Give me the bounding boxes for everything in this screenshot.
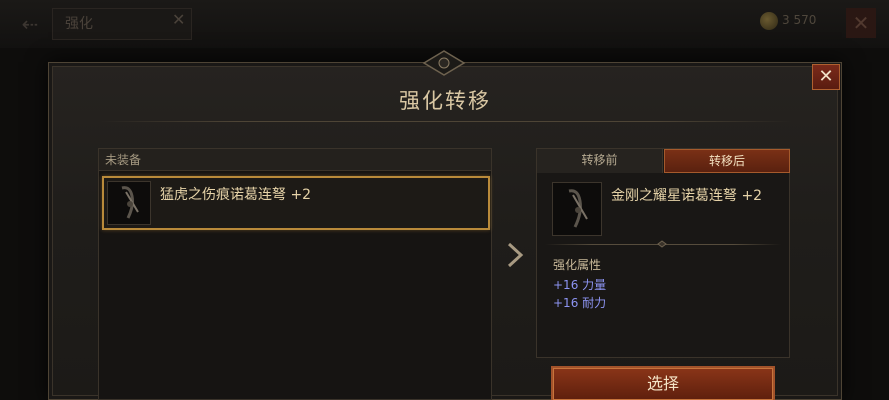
tab-before-transfer[interactable]: 转移前 bbox=[537, 149, 663, 173]
currency-amount: 3 570 bbox=[782, 13, 817, 27]
list-item-selected[interactable]: 猛虎之伤痕诺葛连弩 +2 bbox=[102, 176, 490, 230]
background-tab: 强化 bbox=[52, 8, 192, 40]
unequipped-panel: 未装备 猛虎之伤痕诺葛连弩 +2 bbox=[98, 148, 492, 400]
attribute-stamina: +16 耐力 bbox=[553, 296, 607, 310]
title-divider bbox=[99, 121, 793, 122]
chevron-right-icon bbox=[507, 242, 524, 268]
crossbow-icon bbox=[552, 182, 602, 236]
unequipped-header: 未装备 bbox=[99, 149, 491, 171]
background-close-icon: ✕ bbox=[846, 8, 876, 38]
close-button[interactable]: ✕ bbox=[812, 64, 840, 90]
coin-icon bbox=[760, 12, 778, 30]
select-button[interactable]: 选择 bbox=[551, 366, 775, 400]
result-item-name: 金刚之耀星诺葛连弩 +2 bbox=[611, 188, 763, 204]
enhance-attributes-label: 强化属性 bbox=[553, 258, 602, 272]
item-name: 猛虎之伤痕诺葛连弩 +2 bbox=[160, 187, 312, 203]
close-icon: ✕ bbox=[818, 66, 834, 87]
dialog-title: 强化转移 bbox=[399, 89, 491, 113]
background-tab-close-icon: ✕ bbox=[172, 10, 186, 29]
transfer-preview-panel: 转移前 转移后 金刚之耀星诺葛连弩 +2 强化属性 +16 力量 +16 耐力 bbox=[536, 148, 790, 358]
attribute-strength: +16 力量 bbox=[553, 278, 607, 292]
dialog-ornament-icon bbox=[422, 50, 466, 76]
tab-after-transfer[interactable]: 转移后 bbox=[664, 149, 790, 173]
crossbow-icon bbox=[107, 181, 151, 225]
back-arrow-icon: ⇠ bbox=[21, 12, 39, 36]
divider-ornament-icon bbox=[657, 240, 667, 248]
background-tab-label: 强化 bbox=[65, 16, 93, 32]
